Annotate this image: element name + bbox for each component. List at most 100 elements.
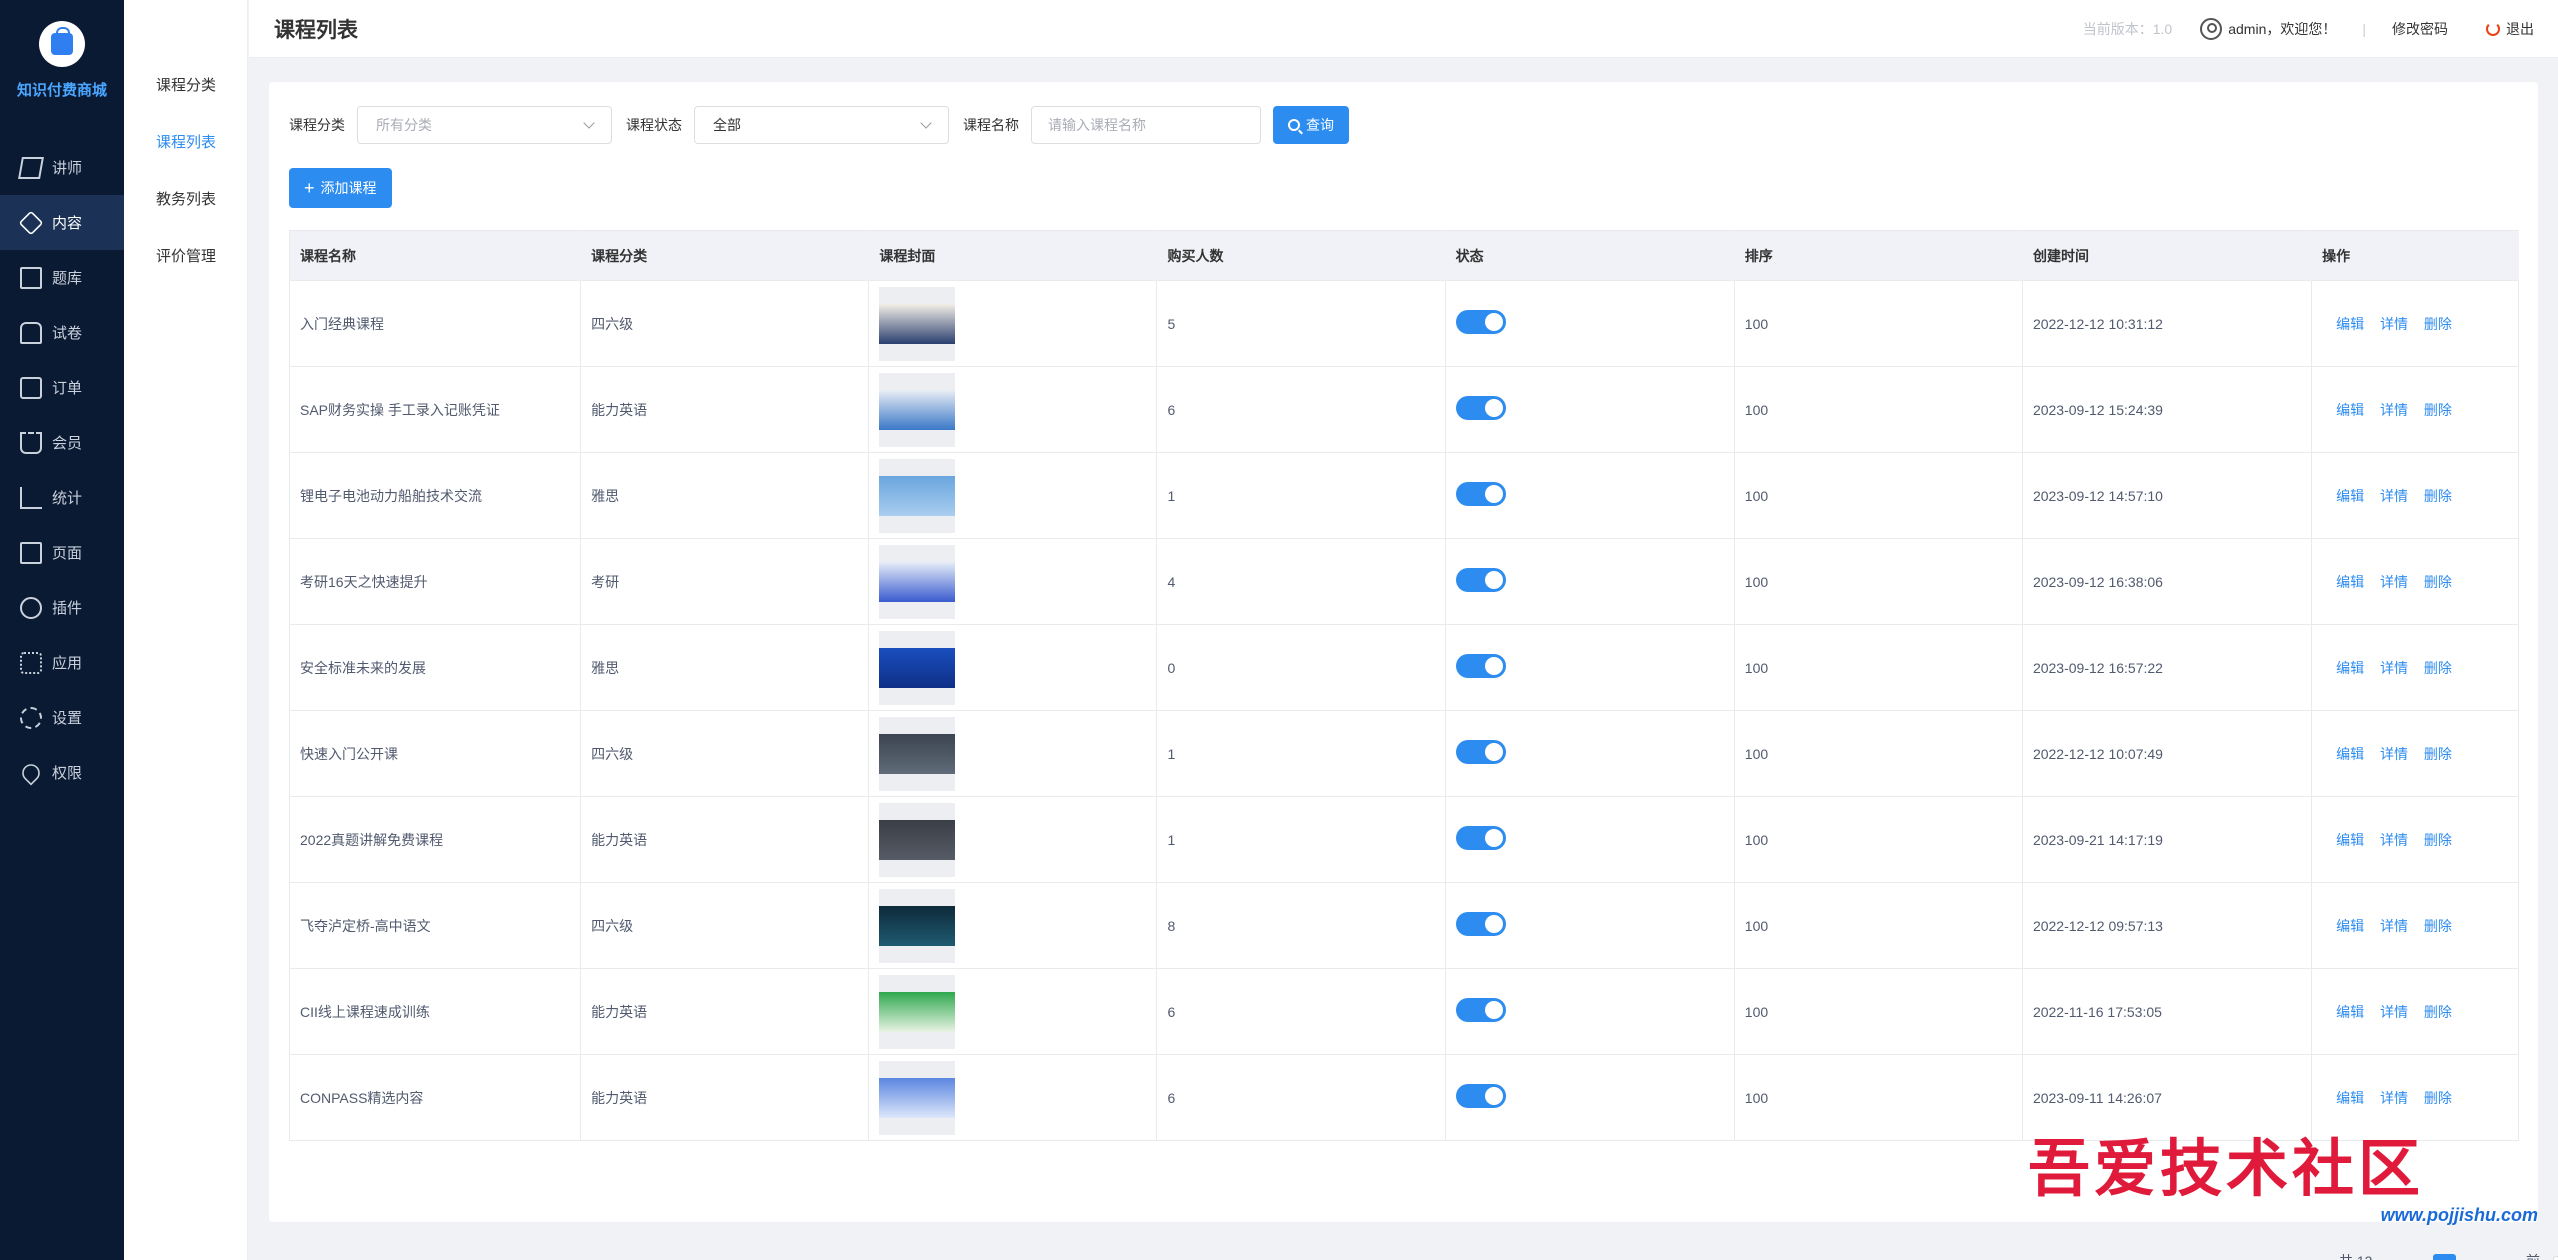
status-toggle[interactable] xyxy=(1455,740,1506,764)
delete-link[interactable]: 删除 xyxy=(2424,488,2452,504)
edit-link[interactable]: 编辑 xyxy=(2336,832,2364,848)
delete-link[interactable]: 删除 xyxy=(2424,1090,2452,1106)
teacher-icon xyxy=(18,156,44,179)
nav-item-apps[interactable]: 应用 xyxy=(0,635,124,690)
course-cover-thumbnail[interactable] xyxy=(879,630,956,705)
nav-item-plugin[interactable]: 插件 xyxy=(0,580,124,635)
settings-icon xyxy=(20,706,42,729)
cell-cover xyxy=(868,1054,1158,1141)
status-toggle[interactable] xyxy=(1455,912,1506,936)
detail-link[interactable]: 详情 xyxy=(2380,574,2408,590)
delete-link[interactable]: 删除 xyxy=(2424,1004,2452,1020)
delete-link[interactable]: 删除 xyxy=(2424,574,2452,590)
edit-link[interactable]: 编辑 xyxy=(2336,574,2364,590)
nav-item-member[interactable]: 会员 xyxy=(0,415,124,470)
cell-buyers: 6 xyxy=(1156,968,1446,1055)
status-select[interactable]: 全部 xyxy=(694,106,949,144)
search-icon xyxy=(1288,119,1300,131)
status-toggle[interactable] xyxy=(1455,310,1506,334)
course-cover-thumbnail[interactable] xyxy=(879,802,956,877)
cell-sort: 100 xyxy=(1734,538,2023,625)
delete-link[interactable]: 删除 xyxy=(2424,918,2452,934)
status-toggle[interactable] xyxy=(1455,396,1506,420)
add-course-button[interactable]: + 添加课程 xyxy=(289,168,392,208)
status-toggle[interactable] xyxy=(1455,482,1506,506)
edit-link[interactable]: 编辑 xyxy=(2336,488,2364,504)
category-select[interactable]: 所有分类 xyxy=(357,106,612,144)
cell-course-name: 快速入门公开课 xyxy=(289,710,582,797)
course-cover-thumbnail[interactable] xyxy=(879,716,956,791)
watermark-text: 吾爱技术社区 xyxy=(2028,1132,2425,1205)
page-button-1[interactable]: 1 xyxy=(2433,1254,2456,1260)
logout-link[interactable]: 退出 xyxy=(2506,19,2534,39)
edit-link[interactable]: 编辑 xyxy=(2336,402,2364,418)
page-button-2[interactable]: 2 xyxy=(2464,1254,2487,1260)
detail-link[interactable]: 详情 xyxy=(2380,746,2408,762)
table-row: 安全标准未来的发展 雅思 0 100 2023-09-12 16:57:22 编… xyxy=(289,624,2519,711)
course-cover-thumbnail[interactable] xyxy=(879,458,956,533)
nav-item-content[interactable]: 内容 xyxy=(0,195,124,250)
cell-sort: 100 xyxy=(1734,1054,2023,1141)
cell-created-time: 2023-09-12 16:38:06 xyxy=(2022,538,2313,625)
edit-link[interactable]: 编辑 xyxy=(2336,918,2364,934)
cell-sort: 100 xyxy=(1734,280,2023,367)
subnav-item-course-list[interactable]: 课程列表 xyxy=(124,113,247,170)
change-password-link[interactable]: 修改密码 xyxy=(2392,19,2448,39)
course-cover-thumbnail[interactable] xyxy=(879,372,956,447)
edit-link[interactable]: 编辑 xyxy=(2336,660,2364,676)
course-cover-thumbnail[interactable] xyxy=(879,544,956,619)
course-cover-thumbnail[interactable] xyxy=(879,286,956,361)
course-cover-thumbnail[interactable] xyxy=(879,1060,956,1135)
edit-link[interactable]: 编辑 xyxy=(2336,316,2364,332)
goto-page-input[interactable] xyxy=(2552,1256,2558,1260)
detail-link[interactable]: 详情 xyxy=(2380,1090,2408,1106)
subnav-item-academic-list[interactable]: 教务列表 xyxy=(124,170,247,227)
course-name-input[interactable] xyxy=(1031,106,1261,144)
delete-link[interactable]: 删除 xyxy=(2424,832,2452,848)
subnav-item-course-category[interactable]: 课程分类 xyxy=(124,56,247,113)
detail-link[interactable]: 详情 xyxy=(2380,316,2408,332)
cell-sort: 100 xyxy=(1734,710,2023,797)
logo[interactable]: 知识付费商城 xyxy=(0,0,124,120)
cell-buyers: 5 xyxy=(1156,280,1446,367)
cell-sort: 100 xyxy=(1734,796,2023,883)
course-cover-image xyxy=(879,733,956,774)
top-bar: 课程列表 当前版本：1.0 admin，欢迎您！ | 修改密码 退出 xyxy=(249,0,2558,58)
column-header-name: 课程名称 xyxy=(289,230,582,281)
cell-category: 四六级 xyxy=(580,710,870,797)
detail-link[interactable]: 详情 xyxy=(2380,488,2408,504)
delete-link[interactable]: 删除 xyxy=(2424,746,2452,762)
course-cover-thumbnail[interactable] xyxy=(879,974,956,1049)
status-toggle[interactable] xyxy=(1455,1084,1506,1108)
edit-link[interactable]: 编辑 xyxy=(2336,1090,2364,1106)
subnav-item-review-management[interactable]: 评价管理 xyxy=(124,227,247,284)
detail-link[interactable]: 详情 xyxy=(2380,832,2408,848)
logo-title: 知识付费商城 xyxy=(16,81,107,99)
power-icon xyxy=(2486,21,2500,36)
edit-link[interactable]: 编辑 xyxy=(2336,1004,2364,1020)
cell-sort: 100 xyxy=(1734,968,2023,1055)
status-toggle[interactable] xyxy=(1455,654,1506,678)
cell-actions: 编辑 详情 删除 xyxy=(2311,538,2519,625)
course-cover-thumbnail[interactable] xyxy=(879,888,956,963)
status-toggle[interactable] xyxy=(1455,826,1506,850)
delete-link[interactable]: 删除 xyxy=(2424,402,2452,418)
nav-item-settings[interactable]: 设置 xyxy=(0,690,124,745)
delete-link[interactable]: 删除 xyxy=(2424,660,2452,676)
nav-item-question-bank[interactable]: 题库 xyxy=(0,250,124,305)
delete-link[interactable]: 删除 xyxy=(2424,316,2452,332)
nav-item-permission[interactable]: 权限 xyxy=(0,745,124,800)
nav-item-stats[interactable]: 统计 xyxy=(0,470,124,525)
detail-link[interactable]: 详情 xyxy=(2380,660,2408,676)
detail-link[interactable]: 详情 xyxy=(2380,402,2408,418)
search-button[interactable]: 查询 xyxy=(1273,106,1349,144)
detail-link[interactable]: 详情 xyxy=(2380,918,2408,934)
nav-item-order[interactable]: 订单 xyxy=(0,360,124,415)
edit-link[interactable]: 编辑 xyxy=(2336,746,2364,762)
nav-item-teacher[interactable]: 讲师 xyxy=(0,140,124,195)
nav-item-exam[interactable]: 试卷 xyxy=(0,305,124,360)
detail-link[interactable]: 详情 xyxy=(2380,1004,2408,1020)
nav-item-page[interactable]: 页面 xyxy=(0,525,124,580)
status-toggle[interactable] xyxy=(1455,998,1506,1022)
status-toggle[interactable] xyxy=(1455,568,1506,592)
